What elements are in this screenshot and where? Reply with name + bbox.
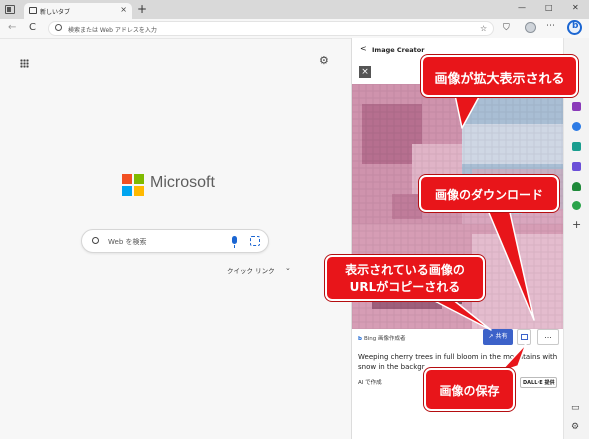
pointer-enlarge (454, 94, 481, 129)
callout-url-copy-line1: 表示されている画像の (345, 263, 465, 277)
callout-enlarge-text: 画像が拡大表示される (434, 72, 565, 87)
callout-download: 画像のダウンロード (419, 175, 559, 212)
callout-enlarge: 画像が拡大表示される (421, 55, 578, 97)
callout-url-copy: 表示されている画像の URLがコピーされる (325, 255, 485, 301)
pointer-download (486, 207, 535, 321)
callout-download-text: 画像のダウンロード (434, 188, 543, 202)
callout-url-copy-line2: URLがコピーされる (349, 280, 461, 294)
callout-save-text: 画像の保存 (439, 384, 500, 398)
callout-save: 画像の保存 (424, 368, 515, 411)
